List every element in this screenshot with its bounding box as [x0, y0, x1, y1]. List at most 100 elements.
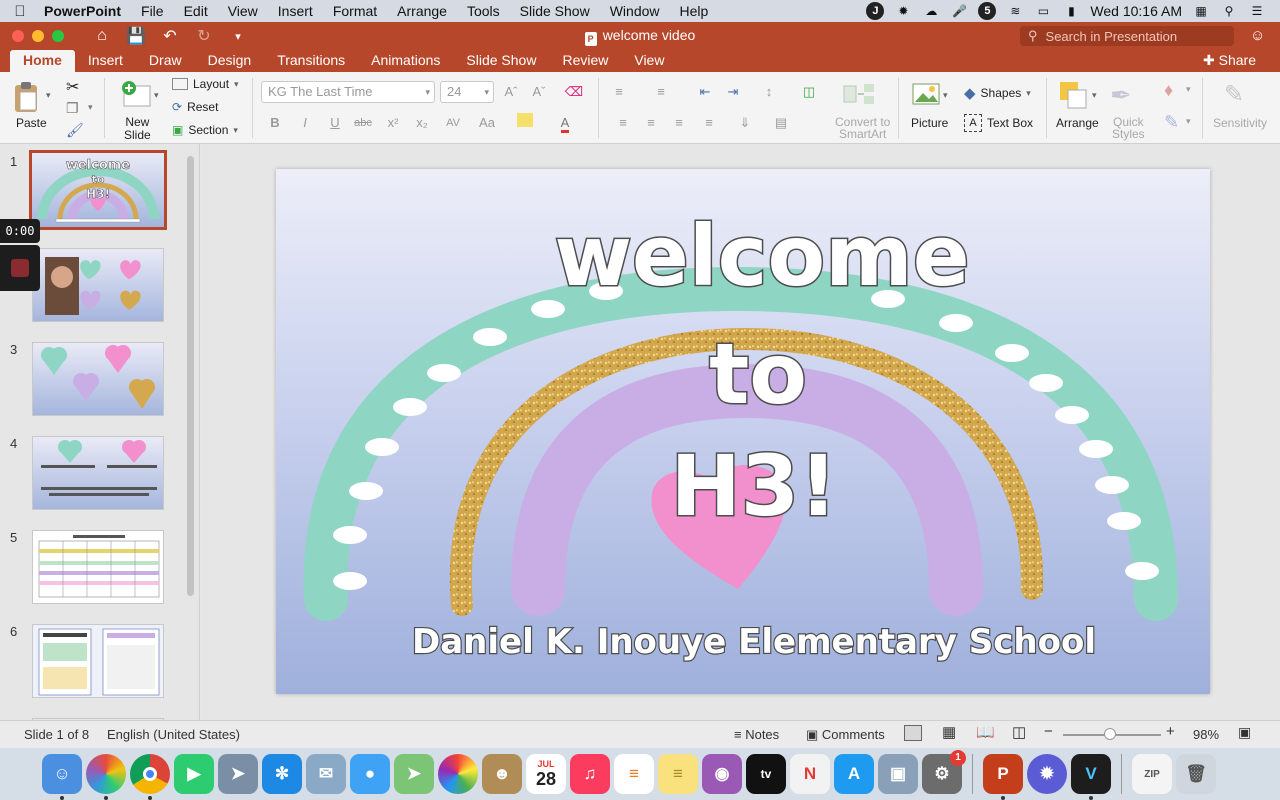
gear-app-icon[interactable]: ✹ [1027, 754, 1067, 794]
tab-review[interactable]: Review [549, 50, 621, 72]
zoom-slider-knob[interactable] [1104, 728, 1116, 740]
align-center-icon[interactable]: ≡ [640, 112, 662, 134]
tab-home[interactable]: Home [10, 50, 75, 72]
decrease-indent-icon[interactable]: ⇤ [694, 81, 716, 103]
bullets-icon[interactable]: ≡ [608, 81, 630, 103]
font-size-dropdown[interactable]: 24 ▾ [440, 81, 494, 103]
picture-dropdown-icon[interactable]: ▾ [943, 90, 948, 101]
menu-file[interactable]: File [131, 3, 174, 19]
zoom-in-icon[interactable]: + [1166, 723, 1175, 740]
gear-status-icon[interactable]: ✹ [894, 2, 912, 20]
slide-show-view-icon[interactable]: ◫ [1012, 723, 1026, 741]
picture-label[interactable]: Picture [911, 116, 948, 130]
facetime-icon[interactable]: ▶ [174, 754, 214, 794]
arrange-dropdown-icon[interactable]: ▾ [1092, 90, 1097, 101]
menu-tools[interactable]: Tools [457, 3, 510, 19]
underline-icon[interactable]: U [324, 112, 346, 134]
shape-fill-icon[interactable]: ♦ [1164, 80, 1173, 101]
increase-font-icon[interactable]: Aˆ [500, 81, 522, 103]
airplay-icon[interactable]: ▭ [1034, 2, 1052, 20]
cut-icon[interactable]: ✂ [66, 77, 79, 97]
tab-transitions[interactable]: Transitions [264, 50, 358, 72]
trash-icon[interactable]: 🗑 [1176, 754, 1216, 794]
powerpoint-icon[interactable]: P [983, 754, 1023, 800]
menu-format[interactable]: Format [323, 3, 387, 19]
menu-app-name[interactable]: PowerPoint [40, 3, 131, 19]
align-left-icon[interactable]: ≡ [612, 112, 634, 134]
copy-dropdown-icon[interactable]: ▾ [88, 102, 93, 113]
feedback-icon[interactable]: ☺ [1250, 27, 1265, 44]
safari-icon[interactable]: ✼ [262, 754, 302, 794]
photos-icon[interactable] [438, 754, 478, 794]
menu-edit[interactable]: Edit [174, 3, 218, 19]
tab-insert[interactable]: Insert [75, 50, 136, 72]
spotlight-search-icon[interactable]: ⚲ [1220, 2, 1238, 20]
microphone-icon[interactable]: 🎤 [950, 2, 968, 20]
arrange-label[interactable]: Arrange [1056, 116, 1099, 130]
close-window-button[interactable] [12, 30, 24, 42]
reminders-icon[interactable]: ≡ [614, 754, 654, 794]
section-button[interactable]: ▣ Section ▾ [172, 123, 238, 137]
menu-insert[interactable]: Insert [268, 3, 323, 19]
text-direction-icon[interactable]: ⇓ [734, 112, 756, 134]
launchpad-icon[interactable]: ➤ [218, 754, 258, 794]
align-right-icon[interactable]: ≡ [668, 112, 690, 134]
slide-thumbnail-3[interactable] [32, 342, 164, 416]
zoom-level[interactable]: 98% [1193, 727, 1219, 742]
menu-arrange[interactable]: Arrange [387, 3, 457, 19]
justify-icon[interactable]: ≡ [698, 112, 720, 134]
picture-icon[interactable] [912, 82, 940, 109]
slide-thumbnail-5[interactable] [32, 530, 164, 604]
finder-icon[interactable]: ☺ [42, 754, 82, 800]
podcasts-icon[interactable]: ◉ [702, 754, 742, 794]
home-icon[interactable]: ⌂ [92, 27, 112, 45]
calendar-icon[interactable]: JUL 28 [526, 754, 566, 794]
columns-icon[interactable]: ◫ [798, 81, 820, 103]
normal-view-icon[interactable] [904, 725, 922, 741]
screencastify-icon[interactable]: 5 [978, 2, 997, 20]
clear-formatting-icon[interactable]: ⌫ [563, 81, 585, 103]
subscript-icon[interactable]: x₂ [411, 112, 433, 134]
preview-icon[interactable]: ▣ [878, 754, 918, 794]
tab-slide-show[interactable]: Slide Show [453, 50, 549, 72]
character-spacing-icon[interactable]: AV [442, 112, 464, 134]
fit-to-window-icon[interactable]: ▣ [1238, 724, 1251, 741]
apple-tv-icon[interactable]: tv [746, 754, 786, 794]
redo-icon[interactable]: ↻ [194, 26, 214, 46]
user-j-icon[interactable]: J [866, 2, 885, 20]
font-color-icon[interactable]: A [554, 112, 576, 134]
slide-thumbnail-1[interactable]: welcome to H3! [29, 150, 167, 230]
mail-icon[interactable]: ✉ [306, 754, 346, 794]
thumbnail-scrollbar[interactable] [187, 156, 194, 596]
menu-window[interactable]: Window [600, 3, 670, 19]
slide-thumbnail-4[interactable] [32, 436, 164, 510]
news-icon[interactable]: N [790, 754, 830, 794]
video-app-icon[interactable]: V [1071, 754, 1111, 800]
strikethrough-icon[interactable]: abc [352, 112, 374, 134]
undo-icon[interactable]: ↶ [160, 26, 180, 46]
format-painter-icon[interactable]: 🖌 [66, 122, 84, 139]
convert-smartart-label[interactable]: Convert to SmartArt [835, 116, 890, 140]
quick-styles-label[interactable]: Quick Styles [1112, 116, 1145, 140]
zip-file-icon[interactable]: ZIP [1132, 754, 1172, 794]
wifi-icon[interactable]: ≋ [1006, 2, 1024, 20]
menu-slide-show[interactable]: Slide Show [510, 3, 600, 19]
paste-clipboard-icon[interactable] [12, 80, 42, 114]
shape-outline-dropdown-icon[interactable]: ▾ [1186, 116, 1191, 127]
numbering-icon[interactable]: ≡ [650, 81, 672, 103]
arrange-icon[interactable] [1058, 80, 1088, 113]
app-store-icon[interactable]: A [834, 754, 874, 794]
paste-dropdown-icon[interactable]: ▾ [46, 90, 51, 101]
reset-button[interactable]: ⟳ Reset [172, 100, 218, 114]
new-slide-label[interactable]: New Slide [124, 116, 151, 142]
new-slide-dropdown-icon[interactable]: ▾ [154, 90, 159, 101]
cloud-app-icon[interactable]: ☁ [922, 2, 940, 20]
line-spacing-icon[interactable]: ↕ [758, 81, 780, 103]
slide-sorter-icon[interactable]: ▦ [942, 723, 956, 741]
minimize-window-button[interactable] [32, 30, 44, 42]
quick-styles-icon[interactable]: ✒ [1110, 80, 1132, 111]
music-icon[interactable]: ♫ [570, 754, 610, 794]
sensitivity-icon[interactable]: ✎ [1224, 80, 1244, 109]
change-case-icon[interactable]: Aa [476, 112, 498, 134]
menu-clock[interactable]: Wed 10:16 AM [1090, 3, 1182, 19]
